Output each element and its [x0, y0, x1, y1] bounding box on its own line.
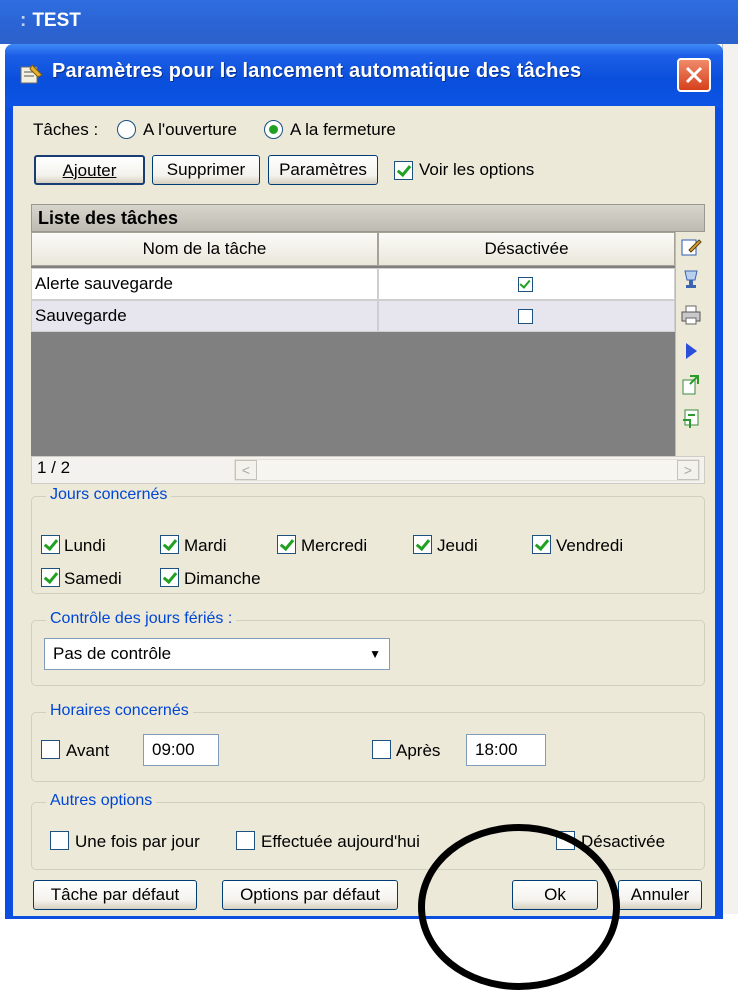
day-label-vendredi[interactable]: Vendredi: [556, 536, 623, 556]
scroll-left-icon[interactable]: <: [235, 460, 257, 480]
taches-label: Tâches :: [33, 120, 99, 139]
radio-ouverture[interactable]: [117, 120, 136, 139]
close-icon: [685, 66, 703, 84]
table-row[interactable]: Alerte sauvegarde: [31, 268, 675, 300]
day-label-lundi[interactable]: Lundi: [64, 536, 106, 556]
horaires-group: [31, 712, 705, 782]
column-header-disabled[interactable]: Désactivée: [378, 232, 675, 266]
background-app-title: TEST: [20, 10, 81, 32]
options-defaut-button[interactable]: Options par défaut: [222, 880, 398, 910]
day-label-mercredi[interactable]: Mercredi: [301, 536, 367, 556]
feries-group-title: Contrôle des jours fériés :: [46, 610, 237, 628]
day-label-dimanche[interactable]: Dimanche: [184, 569, 261, 589]
effectuee-checkbox[interactable]: [236, 831, 255, 850]
close-button[interactable]: [677, 58, 711, 92]
day-label-jeudi[interactable]: Jeudi: [437, 536, 478, 556]
task-disabled-cell[interactable]: [378, 300, 675, 332]
apres-time-input[interactable]: 18:00: [466, 734, 546, 766]
play-arrow-icon[interactable]: [680, 340, 702, 362]
effectuee-label[interactable]: Effectuée aujourd'hui: [261, 832, 420, 852]
task-disabled-checkbox[interactable]: [518, 277, 533, 292]
tache-defaut-button[interactable]: Tâche par défaut: [33, 880, 197, 910]
day-checkbox-lundi[interactable]: [41, 535, 60, 554]
desactivee-label[interactable]: Désactivée: [581, 832, 665, 852]
chevron-down-icon[interactable]: ▼: [369, 639, 381, 669]
tasks-settings-icon: [18, 63, 44, 87]
avant-checkbox[interactable]: [41, 740, 60, 759]
radio-fermeture-label[interactable]: A la fermeture: [290, 120, 396, 140]
horizontal-scrollbar[interactable]: < >: [234, 459, 700, 481]
annotation-circle: [418, 824, 620, 990]
holiday-control-select[interactable]: Pas de contrôle ▼: [44, 638, 390, 670]
voir-options-checkbox[interactable]: [394, 161, 413, 180]
apres-checkbox[interactable]: [372, 740, 391, 759]
day-checkbox-vendredi[interactable]: [532, 535, 551, 554]
radio-fermeture[interactable]: [264, 120, 283, 139]
jours-group-title: Jours concernés: [46, 486, 172, 504]
day-checkbox-samedi[interactable]: [41, 568, 60, 587]
background-app-panel: [722, 44, 738, 914]
task-list-title: Liste des tâches: [31, 204, 705, 232]
task-disabled-checkbox[interactable]: [518, 309, 533, 324]
table-row[interactable]: Sauvegarde: [31, 300, 675, 332]
parametres-button[interactable]: Paramètres: [268, 155, 378, 185]
autres-group-title: Autres options: [46, 792, 157, 810]
column-header-name[interactable]: Nom de la tâche: [31, 232, 378, 266]
avant-time-input[interactable]: 09:00: [143, 734, 219, 766]
day-label-mardi[interactable]: Mardi: [184, 536, 227, 556]
day-checkbox-jeudi[interactable]: [413, 535, 432, 554]
voir-options-label[interactable]: Voir les options: [419, 160, 534, 180]
edit-icon[interactable]: [680, 236, 702, 258]
day-checkbox-dimanche[interactable]: [160, 568, 179, 587]
radio-ouverture-label[interactable]: A l'ouverture: [143, 120, 237, 140]
dialog-title: Paramètres pour le lancement automatique…: [52, 60, 582, 82]
une-fois-label[interactable]: Une fois par jour: [75, 832, 200, 852]
avant-label[interactable]: Avant: [66, 741, 109, 761]
task-disabled-cell[interactable]: [378, 268, 675, 300]
supprimer-button[interactable]: Supprimer: [152, 155, 260, 185]
annuler-button[interactable]: Annuler: [618, 880, 702, 910]
print-icon[interactable]: [680, 304, 702, 326]
export-icon[interactable]: [680, 374, 702, 396]
task-name-cell[interactable]: Alerte sauvegarde: [31, 268, 378, 300]
horaires-group-title: Horaires concernés: [46, 702, 193, 720]
goblet-icon[interactable]: [680, 268, 702, 290]
record-counter: 1 / 2: [37, 458, 71, 477]
background-app-titlebar: [0, 0, 738, 44]
une-fois-checkbox[interactable]: [50, 831, 69, 850]
holiday-select-value: Pas de contrôle: [53, 644, 172, 663]
import-icon[interactable]: [680, 408, 702, 430]
day-label-samedi[interactable]: Samedi: [64, 569, 122, 589]
apres-label[interactable]: Après: [396, 741, 440, 761]
day-checkbox-mercredi[interactable]: [277, 535, 296, 554]
task-name-cell[interactable]: Sauvegarde: [31, 300, 378, 332]
scroll-right-icon[interactable]: >: [677, 460, 699, 480]
table-side-toolbar: [675, 232, 705, 456]
day-checkbox-mardi[interactable]: [160, 535, 179, 554]
ajouter-button[interactable]: Ajouter: [34, 155, 145, 185]
